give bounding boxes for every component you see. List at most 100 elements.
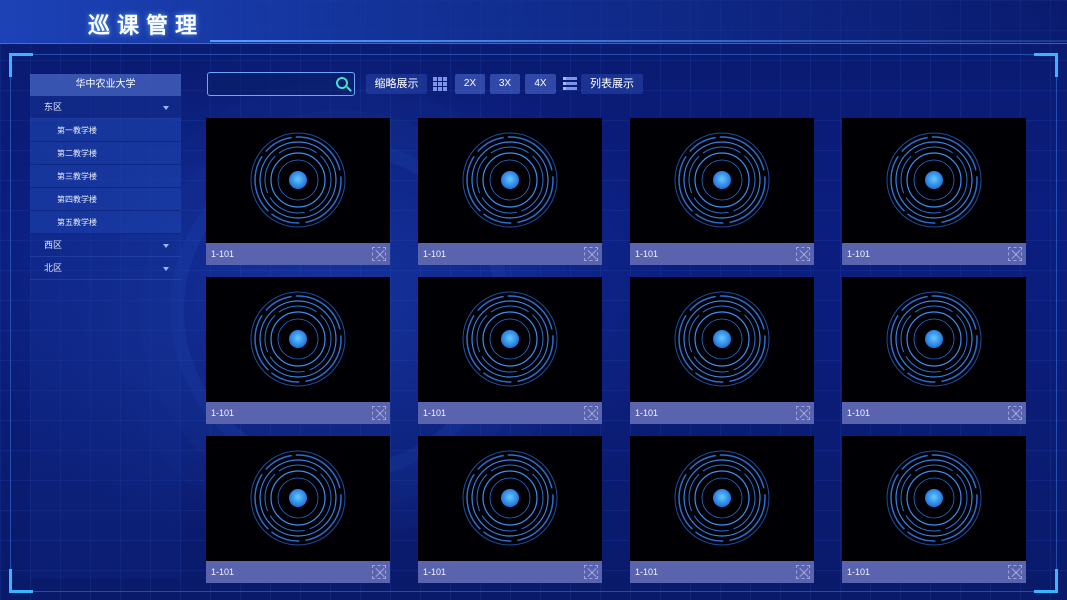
classroom-label: 1-101 bbox=[635, 567, 659, 577]
frame-corner bbox=[1034, 53, 1058, 77]
classroom-label: 1-101 bbox=[635, 408, 659, 418]
camera-tile[interactable]: 1-101 bbox=[418, 277, 602, 425]
video-preview[interactable] bbox=[630, 277, 814, 402]
search-input[interactable] bbox=[208, 73, 328, 95]
zoom-2x-button[interactable]: 2X bbox=[455, 74, 485, 94]
header-divider bbox=[210, 40, 1067, 42]
tree-item-building-3[interactable]: 第三教学楼 bbox=[30, 165, 181, 188]
expand-icon[interactable] bbox=[796, 565, 810, 579]
tile-caption-bar: 1-101 bbox=[630, 402, 814, 424]
video-loading-icon bbox=[886, 291, 982, 387]
camera-tile[interactable]: 1-101 bbox=[630, 436, 814, 584]
video-loading-icon bbox=[462, 132, 558, 228]
video-preview[interactable] bbox=[418, 436, 602, 561]
header-bar: 巡课管理 bbox=[0, 0, 1067, 44]
camera-tile[interactable]: 1-101 bbox=[630, 277, 814, 425]
video-preview[interactable] bbox=[418, 277, 602, 402]
tree-item-building-2[interactable]: 第二教学楼 bbox=[30, 142, 181, 165]
video-preview[interactable] bbox=[206, 436, 390, 561]
tree-item-building-5[interactable]: 第五教学楼 bbox=[30, 211, 181, 234]
campus-tree-sidebar: 华中农业大学 东区 第一教学楼 第二教学楼 第三教学楼 第四教学楼 第五教学楼 … bbox=[30, 74, 181, 579]
camera-tile[interactable]: 1-101 bbox=[630, 118, 814, 266]
chevron-down-icon bbox=[163, 267, 169, 271]
frame-corner bbox=[1034, 569, 1058, 593]
classroom-label: 1-101 bbox=[847, 567, 871, 577]
classroom-label: 1-101 bbox=[423, 567, 447, 577]
video-loading-icon bbox=[250, 450, 346, 546]
video-preview[interactable] bbox=[206, 277, 390, 402]
expand-icon[interactable] bbox=[372, 406, 386, 420]
expand-icon[interactable] bbox=[1008, 565, 1022, 579]
camera-tile[interactable]: 1-101 bbox=[206, 118, 390, 266]
tree-group-label: 东区 bbox=[44, 102, 63, 112]
search-icon[interactable] bbox=[336, 77, 348, 89]
camera-tile[interactable]: 1-101 bbox=[206, 436, 390, 584]
search-box bbox=[207, 72, 355, 96]
expand-icon[interactable] bbox=[1008, 406, 1022, 420]
expand-icon[interactable] bbox=[584, 565, 598, 579]
tree-group-north[interactable]: 北区 bbox=[30, 257, 181, 280]
video-preview[interactable] bbox=[630, 118, 814, 243]
classroom-label: 1-101 bbox=[211, 249, 235, 259]
zoom-4x-button[interactable]: 4X bbox=[525, 74, 556, 94]
video-loading-icon bbox=[250, 291, 346, 387]
tree-group-label: 西区 bbox=[44, 240, 63, 250]
tile-caption-bar: 1-101 bbox=[842, 402, 1026, 424]
expand-icon[interactable] bbox=[1008, 247, 1022, 261]
camera-tile[interactable]: 1-101 bbox=[418, 436, 602, 584]
expand-icon[interactable] bbox=[796, 406, 810, 420]
video-preview[interactable] bbox=[842, 436, 1026, 561]
video-preview[interactable] bbox=[418, 118, 602, 243]
grid-icon[interactable] bbox=[433, 77, 447, 91]
video-preview[interactable] bbox=[842, 277, 1026, 402]
classroom-label: 1-101 bbox=[423, 408, 447, 418]
camera-tile[interactable]: 1-101 bbox=[842, 118, 1026, 266]
classroom-label: 1-101 bbox=[847, 249, 871, 259]
expand-icon[interactable] bbox=[584, 247, 598, 261]
tree-root-university[interactable]: 华中农业大学 bbox=[30, 74, 181, 96]
tree-item-building-1[interactable]: 第一教学楼 bbox=[30, 119, 181, 142]
video-loading-icon bbox=[250, 132, 346, 228]
tile-caption-bar: 1-101 bbox=[630, 243, 814, 265]
page-title: 巡课管理 bbox=[88, 13, 205, 38]
video-loading-icon bbox=[886, 450, 982, 546]
expand-icon[interactable] bbox=[372, 247, 386, 261]
tree-group-west[interactable]: 西区 bbox=[30, 234, 181, 257]
video-loading-icon bbox=[674, 450, 770, 546]
video-loading-icon bbox=[462, 450, 558, 546]
thumbnail-view-button[interactable]: 缩略展示 bbox=[366, 74, 427, 94]
tile-caption-bar: 1-101 bbox=[206, 243, 390, 265]
expand-icon[interactable] bbox=[584, 406, 598, 420]
tree-group-label: 北区 bbox=[44, 263, 63, 273]
chevron-down-icon bbox=[163, 106, 169, 110]
tile-caption-bar: 1-101 bbox=[842, 561, 1026, 583]
classroom-label: 1-101 bbox=[211, 408, 235, 418]
tile-caption-bar: 1-101 bbox=[418, 243, 602, 265]
tile-caption-bar: 1-101 bbox=[418, 561, 602, 583]
tree-item-building-4[interactable]: 第四教学楼 bbox=[30, 188, 181, 211]
video-loading-icon bbox=[674, 132, 770, 228]
video-loading-icon bbox=[886, 132, 982, 228]
camera-tile[interactable]: 1-101 bbox=[842, 436, 1026, 584]
camera-tile[interactable]: 1-101 bbox=[842, 277, 1026, 425]
zoom-3x-button[interactable]: 3X bbox=[490, 74, 520, 94]
tree-group-east[interactable]: 东区 bbox=[30, 96, 181, 119]
list-icon[interactable] bbox=[563, 77, 577, 90]
camera-tile[interactable]: 1-101 bbox=[206, 277, 390, 425]
video-preview[interactable] bbox=[630, 436, 814, 561]
video-preview[interactable] bbox=[206, 118, 390, 243]
classroom-label: 1-101 bbox=[211, 567, 235, 577]
classroom-label: 1-101 bbox=[635, 249, 659, 259]
tile-caption-bar: 1-101 bbox=[630, 561, 814, 583]
video-preview[interactable] bbox=[842, 118, 1026, 243]
expand-icon[interactable] bbox=[372, 565, 386, 579]
list-view-button[interactable]: 列表展示 bbox=[581, 74, 643, 94]
tile-caption-bar: 1-101 bbox=[418, 402, 602, 424]
classroom-label: 1-101 bbox=[423, 249, 447, 259]
tile-caption-bar: 1-101 bbox=[206, 402, 390, 424]
classroom-label: 1-101 bbox=[847, 408, 871, 418]
expand-icon[interactable] bbox=[796, 247, 810, 261]
camera-tile-grid: 1-101 1-101 1-101 1-101 1-101 1-101 1-10… bbox=[206, 118, 1026, 583]
tile-caption-bar: 1-101 bbox=[206, 561, 390, 583]
camera-tile[interactable]: 1-101 bbox=[418, 118, 602, 266]
